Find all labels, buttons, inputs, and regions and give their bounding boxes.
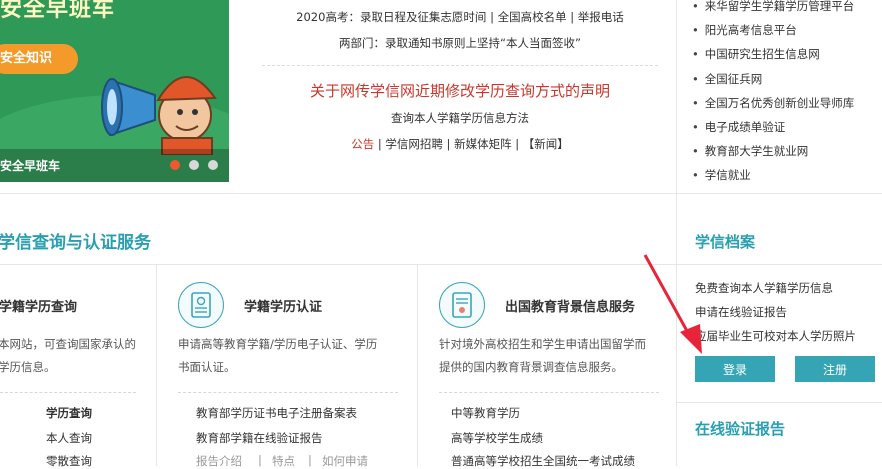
news-tag-announcement[interactable]: 公告 bbox=[351, 137, 374, 151]
banner-caption: 安全早班车 bbox=[0, 159, 61, 173]
card-degree-auth-desc: 申请高等教育学籍/学历电子认证、学历 书面认证。 bbox=[178, 333, 377, 379]
link-item[interactable]: 学信就业 bbox=[692, 163, 854, 187]
services-title-rule bbox=[0, 264, 676, 265]
link-self-query[interactable]: 本人查询 bbox=[46, 430, 92, 446]
link-item[interactable]: 来华留学生学籍学历管理平台 bbox=[692, 0, 855, 18]
sublink-separator: | bbox=[308, 453, 312, 467]
document-icon bbox=[439, 282, 485, 328]
card-divider bbox=[0, 392, 136, 393]
link-certificate-record[interactable]: 教育部学历证书电子注册备案表 bbox=[196, 405, 357, 421]
card-degree-query-title[interactable]: 学籍学历查询 bbox=[0, 296, 77, 315]
link-college-grades[interactable]: 高等学校学生成绩 bbox=[451, 430, 543, 446]
card-separator bbox=[156, 265, 157, 466]
news-headline[interactable]: 关于网传学信网近期修改学历查询方式的声明 bbox=[262, 80, 658, 101]
link-item[interactable]: 全国征兵网 bbox=[692, 67, 854, 91]
card-degree-auth-title[interactable]: 学籍学历认证 bbox=[244, 296, 322, 315]
card-desc-line: 书面认证。 bbox=[178, 360, 236, 374]
news-footer-tail[interactable]: | 学信网招聘 | 新媒体矩阵 | 【新闻】 bbox=[378, 137, 569, 151]
banner-knowledge-pill[interactable]: 安全知识 bbox=[0, 44, 78, 74]
link-graduate-photo-check[interactable]: 应届毕业生可校对本人学历照片 bbox=[695, 328, 856, 344]
annotation-arrow-icon bbox=[643, 254, 702, 354]
link-secondary-edu[interactable]: 中等教育学历 bbox=[451, 405, 520, 421]
news-subline[interactable]: 查询本人学籍学历信息方法 bbox=[262, 110, 658, 126]
link-free-self-query[interactable]: 免费查询本人学籍学历信息 bbox=[695, 280, 833, 296]
services-section-title: 学信查询与认证服务 bbox=[0, 233, 151, 253]
carousel-dot-2[interactable] bbox=[189, 160, 199, 170]
link-item[interactable]: 全国万名优秀创新创业导师库 bbox=[692, 91, 855, 115]
sublink-features[interactable]: 特点 bbox=[272, 453, 295, 469]
link-item[interactable]: 中国研究生招生信息网 bbox=[692, 42, 854, 66]
link-online-verify-report[interactable]: 教育部学籍在线验证报告 bbox=[196, 430, 323, 446]
sublink-how-to-apply[interactable]: 如何申请 bbox=[322, 453, 368, 469]
card-desc-line: 提供的国内教育背景调查信息服务。 bbox=[439, 360, 623, 374]
banner-carousel[interactable]: 安全早班车 安全知识 安全早班车 bbox=[0, 0, 229, 182]
external-links-list: 来华留学生学籍学历管理平台 阳光高考信息平台 中国研究生招生信息网 全国征兵网 … bbox=[692, 0, 855, 188]
verify-section-title: 在线验证报告 bbox=[695, 420, 786, 438]
sublink-separator: | bbox=[258, 453, 262, 467]
verify-section-rule bbox=[677, 402, 882, 403]
link-item[interactable]: 电子成绩单验证 bbox=[692, 115, 854, 139]
section-separator bbox=[0, 193, 882, 194]
cartoon-megaphone-illustration bbox=[101, 76, 217, 155]
link-gaokao-scores[interactable]: 普通高等学校招生全国统一考试成绩 bbox=[451, 453, 635, 469]
carousel-dot-1[interactable] bbox=[170, 160, 180, 170]
news-divider bbox=[262, 65, 658, 66]
card-separator bbox=[417, 265, 418, 466]
register-button[interactable]: 注册 bbox=[795, 356, 875, 382]
card-degree-query-desc: 本网站，可查询国家承认的 学历信息。 bbox=[0, 333, 136, 379]
card-desc-line: 针对境外高校招生和学生申请出国留学而 bbox=[439, 337, 646, 351]
card-divider bbox=[439, 392, 659, 393]
links-divider bbox=[676, 0, 677, 193]
news-footer-links: 公告 | 学信网招聘 | 新媒体矩阵 | 【新闻】 bbox=[262, 136, 658, 152]
sublink-report-intro[interactable]: 报告介绍 bbox=[196, 453, 242, 469]
card-desc-line: 本网站，可查询国家承认的 bbox=[0, 337, 136, 351]
link-item[interactable]: 教育部大学生就业网 bbox=[692, 139, 854, 163]
link-degree-query[interactable]: 学历查询 bbox=[46, 405, 92, 421]
card-divider bbox=[178, 392, 398, 393]
archive-section-title: 学信档案 bbox=[695, 233, 756, 251]
carousel-dot-3[interactable] bbox=[208, 160, 218, 170]
news-line-admission[interactable]: 两部门：录取通知书原则上坚持“本人当面签收” bbox=[262, 35, 658, 51]
card-desc-line: 学历信息。 bbox=[0, 360, 56, 374]
card-desc-line: 申请高等教育学籍/学历电子认证、学历 bbox=[178, 337, 378, 351]
card-overseas-edu-desc: 针对境外高校招生和学生申请出国留学而 提供的国内教育背景调查信息服务。 bbox=[439, 333, 646, 379]
link-item[interactable]: 阳光高考信息平台 bbox=[692, 18, 854, 42]
news-line-gaokao[interactable]: 2020高考：录取日程及征集志愿时间 | 全国高校名单 | 举报电话 bbox=[262, 9, 658, 25]
banner-headline: 安全早班车 bbox=[0, 0, 116, 22]
certificate-icon bbox=[178, 282, 224, 328]
card-overseas-edu-title[interactable]: 出国教育背景信息服务 bbox=[505, 296, 635, 315]
link-bulk-query[interactable]: 零散查询 bbox=[46, 453, 92, 469]
